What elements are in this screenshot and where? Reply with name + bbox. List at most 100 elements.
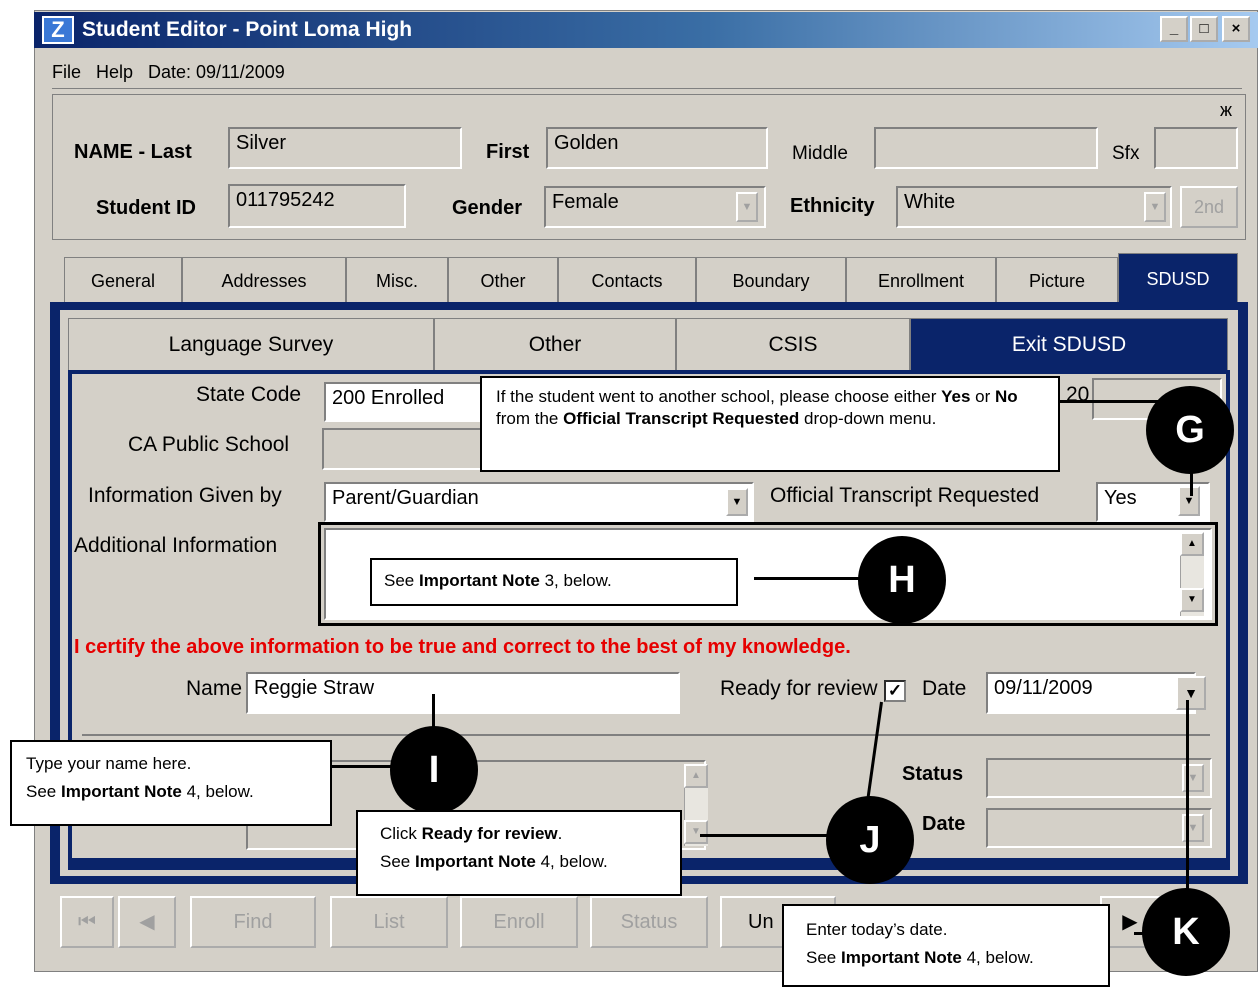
tab-enrollment[interactable]: Enrollment — [846, 257, 996, 303]
student-id-field[interactable]: 011795242 — [228, 184, 406, 228]
last-name-field[interactable]: Silver — [228, 127, 462, 169]
gender-dropdown-icon[interactable]: ▼ — [736, 192, 758, 222]
marker-k: K — [1142, 888, 1230, 976]
date-field[interactable]: 09/11/2009 — [986, 672, 1196, 714]
callout-g-line — [1060, 400, 1170, 403]
minimize-button[interactable]: _ — [1160, 16, 1188, 42]
status-date-field[interactable] — [986, 808, 1212, 848]
callout-g-pointer — [1190, 470, 1193, 496]
callout-text: If the student went to another school, p… — [496, 387, 942, 406]
callout-text: 4, below. — [535, 852, 608, 872]
scroll-up-icon[interactable]: ▲ — [1180, 532, 1204, 556]
find-button[interactable]: Find — [190, 896, 316, 948]
second-ethnicity-button[interactable]: 2nd — [1180, 186, 1238, 228]
marker-i: I — [390, 726, 478, 814]
callout-text: See — [806, 948, 841, 968]
lower-scroll-up-icon[interactable]: ▲ — [684, 764, 708, 788]
callout-text: Click — [380, 824, 422, 843]
callout-i-line — [332, 765, 394, 768]
ethnicity-select[interactable]: White — [896, 186, 1172, 228]
marker-h: H — [858, 536, 946, 624]
tab-contacts[interactable]: Contacts — [558, 257, 696, 303]
menu-help[interactable]: Help — [96, 62, 133, 83]
ethnicity-label: Ethnicity — [790, 195, 875, 217]
callout-transcript: If the student went to another school, p… — [480, 376, 1060, 472]
callout-bold-text: Yes — [941, 387, 971, 406]
callout-bold-text: Important Note — [60, 782, 182, 802]
callout-bold-text: Ready for review — [421, 824, 558, 843]
tab-misc[interactable]: Misc. — [346, 257, 448, 303]
info-given-dropdown-icon[interactable]: ▼ — [726, 488, 748, 516]
first-record-button[interactable]: ⏮ — [60, 896, 114, 948]
year-partial-label: 20 — [1066, 383, 1090, 406]
previous-record-button[interactable]: ◀ — [118, 896, 176, 948]
state-code-select[interactable]: 200 Enrolled — [324, 382, 494, 422]
callout-bold-text: Important Note — [418, 571, 540, 590]
ca-public-school-field[interactable] — [322, 428, 482, 470]
status-label: Status — [902, 763, 964, 785]
info-given-select[interactable]: Parent/Guardian — [324, 482, 754, 522]
callout-name: Type your name here. See Important Note 4… — [10, 740, 332, 826]
scroll-down-icon[interactable]: ▼ — [1180, 588, 1204, 612]
callout-text: See — [26, 782, 61, 802]
list-button[interactable]: List — [330, 896, 448, 948]
calendar-dropdown-icon[interactable]: ▼ — [1176, 676, 1206, 710]
menu-file[interactable]: File — [52, 62, 81, 83]
date-label: Date — [922, 677, 967, 700]
ethnicity-dropdown-icon[interactable]: ▼ — [1144, 192, 1166, 222]
suffix-label: Sfx — [1112, 143, 1140, 164]
callout-text: 4, below. — [181, 782, 254, 802]
ready-for-review-label: Ready for review — [720, 677, 878, 700]
subtab-other[interactable]: Other — [434, 318, 676, 370]
status-button[interactable]: Status — [590, 896, 708, 948]
certification-statement: I certify the above information to be tr… — [74, 636, 851, 658]
first-name-label: First — [486, 141, 530, 163]
tab-general[interactable]: General — [64, 257, 182, 303]
signer-name-field[interactable]: Reggie Straw — [246, 672, 680, 714]
enroll-button[interactable]: Enroll — [460, 896, 578, 948]
subtab-exit-sdusd[interactable]: Exit SDUSD — [910, 318, 1228, 370]
close-button[interactable]: × — [1222, 16, 1250, 42]
tab-sdusd[interactable]: SDUSD — [1118, 253, 1238, 303]
subtab-language-survey[interactable]: Language Survey — [68, 318, 434, 370]
callout-text: . — [557, 824, 563, 843]
middle-name-field[interactable] — [874, 127, 1098, 169]
student-id-label: Student ID — [96, 197, 196, 219]
maximize-button[interactable]: □ — [1190, 16, 1218, 42]
callout-bold-text: Official Transcript Requested — [563, 409, 800, 429]
callout-text: Type your name here. — [26, 754, 192, 773]
callout-k-pointer — [1186, 700, 1189, 890]
status-date-label: Date — [922, 813, 966, 835]
callout-date: Enter today’s date. See Important Note 4,… — [782, 904, 1110, 987]
tab-addresses[interactable]: Addresses — [182, 257, 346, 303]
callout-ready-for-review: Click Ready for review. See Important Not… — [356, 810, 682, 896]
ca-public-school-label: CA Public School — [128, 433, 290, 456]
callout-text: 4, below. — [961, 948, 1034, 968]
callout-text: from the — [496, 409, 564, 429]
lower-scroll-down-icon[interactable]: ▼ — [684, 820, 708, 844]
pin-icon[interactable]: ж — [1220, 100, 1232, 121]
callout-i-pointer — [432, 694, 435, 728]
menu-date: Date: 09/11/2009 — [148, 62, 285, 82]
status-select[interactable] — [986, 758, 1212, 798]
tab-boundary[interactable]: Boundary — [696, 257, 846, 303]
tab-picture[interactable]: Picture — [996, 257, 1118, 303]
callout-text: See — [384, 571, 419, 590]
last-name-label: NAME - Last — [74, 141, 192, 163]
app-icon[interactable]: Z — [42, 16, 74, 44]
suffix-field[interactable] — [1154, 127, 1238, 169]
callout-bold-text: Important Note — [840, 948, 962, 968]
transcript-dropdown-icon[interactable]: ▼ — [1178, 486, 1200, 516]
callout-bold-text: No — [995, 387, 1018, 406]
gender-label: Gender — [452, 197, 523, 219]
menu-divider — [52, 88, 1242, 89]
gender-select[interactable]: Female — [544, 186, 766, 228]
tab-other[interactable]: Other — [448, 257, 558, 303]
callout-bold-text: Important Note — [414, 852, 536, 872]
name-label: Name — [186, 677, 243, 700]
callout-text: or — [970, 387, 995, 406]
ready-for-review-checkbox[interactable]: ✓ — [884, 680, 906, 702]
first-name-field[interactable]: Golden — [546, 127, 768, 169]
callout-additional-info: See Important Note 3, below. — [370, 558, 738, 606]
subtab-csis[interactable]: CSIS — [676, 318, 910, 370]
